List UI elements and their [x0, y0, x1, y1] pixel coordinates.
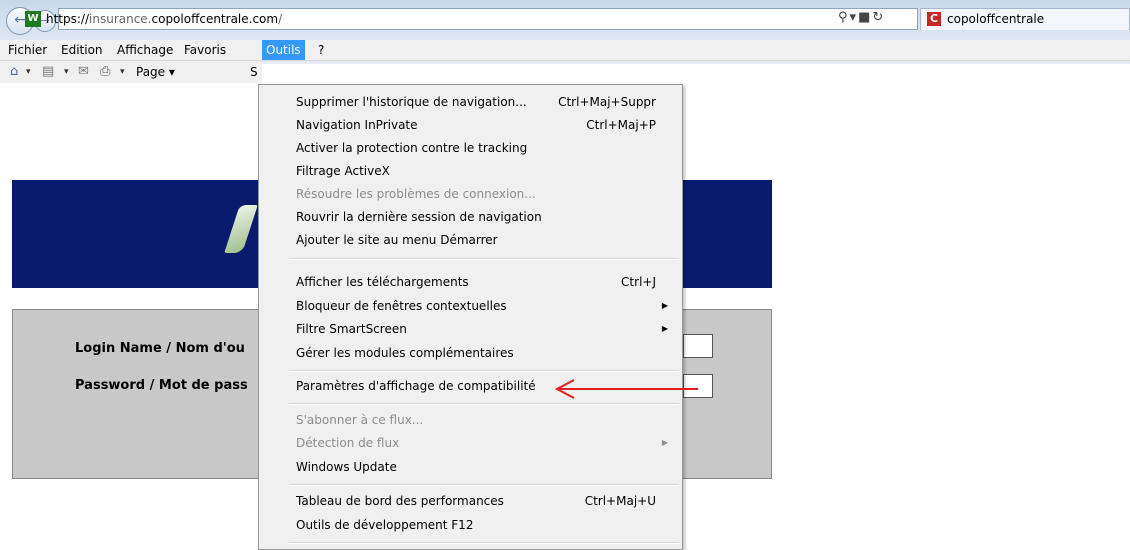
menu-item-label: Paramètres d'affichage de compatibilité — [296, 379, 536, 393]
browser-tab[interactable]: C copoloffcentrale — [920, 8, 1130, 30]
refresh-icon[interactable]: ↻ — [872, 10, 885, 25]
address-bar-tools: ⚲▾■↻ — [838, 10, 885, 25]
site-favicon-icon: W — [25, 11, 41, 27]
menu-item-label: Supprimer l'historique de navigation... — [296, 95, 527, 109]
menu-item-label: Windows Update — [296, 460, 397, 474]
dropdown-arrow-icon[interactable]: ▾ — [850, 10, 859, 25]
menu-item-smartscreen[interactable]: Filtre SmartScreen ▶ — [296, 318, 676, 340]
annotation-arrow — [554, 379, 698, 399]
home-dropdown-icon[interactable]: ▾ — [26, 63, 31, 81]
menu-fichier[interactable]: Fichier — [4, 40, 51, 60]
lock-icon[interactable]: ■ — [858, 10, 872, 25]
menu-item-shortcut: Ctrl+J — [621, 275, 656, 289]
submenu-arrow-icon: ▶ — [661, 301, 668, 310]
menu-edition[interactable]: Edition — [57, 40, 107, 60]
tab-favicon-icon: C — [927, 12, 941, 26]
menu-item-label: Navigation InPrivate — [296, 118, 418, 132]
home-icon[interactable]: ⌂ — [10, 63, 18, 81]
menu-item-downloads[interactable]: Afficher les téléchargements Ctrl+J — [296, 271, 676, 293]
command-bar: ⌂ ▾ ▤ ▾ ✉ ⎙ ▾ Page ▾ S — [0, 61, 262, 83]
menu-item-fix-connection: Résoudre les problèmes de connexion... — [296, 183, 676, 205]
submenu-arrow-icon: ▶ — [661, 438, 668, 447]
menu-item-label: Bloqueur de fenêtres contextuelles — [296, 299, 507, 313]
menu-separator — [289, 403, 679, 405]
page-menu-button[interactable]: Page ▾ — [136, 63, 175, 81]
menu-item-add-to-start[interactable]: Ajouter le site au menu Démarrer — [296, 229, 676, 251]
menu-outils[interactable]: Outils — [262, 40, 305, 60]
print-icon[interactable]: ⎙ — [100, 63, 110, 81]
menu-item-label: Tableau de bord des performances — [296, 494, 504, 508]
menu-affichage[interactable]: Affichage — [113, 40, 177, 60]
menu-separator — [289, 258, 679, 260]
login-name-input[interactable] — [683, 334, 713, 358]
menu-separator — [289, 542, 679, 544]
menu-item-windows-update[interactable]: Windows Update — [296, 456, 676, 478]
menu-item-inprivate[interactable]: Navigation InPrivate Ctrl+Maj+P — [296, 114, 676, 136]
url-path: / — [278, 12, 283, 26]
menu-item-performance-dashboard[interactable]: Tableau de bord des performances Ctrl+Ma… — [296, 490, 676, 512]
menu-item-label: Résoudre les problèmes de connexion... — [296, 187, 536, 201]
menu-item-label: Rouvrir la dernière session de navigatio… — [296, 210, 542, 224]
feeds-dropdown-icon[interactable]: ▾ — [64, 63, 69, 81]
menu-item-popup-blocker[interactable]: Bloqueur de fenêtres contextuelles ▶ — [296, 295, 676, 317]
menu-item-feed-discovery: Détection de flux ▶ — [296, 432, 676, 454]
url-domain: copoloffcentrale.com — [151, 12, 279, 26]
login-name-label: Login Name / Nom d'ou — [75, 341, 245, 356]
menu-help[interactable]: ? — [314, 40, 328, 60]
feeds-icon[interactable]: ▤ — [42, 63, 54, 81]
menu-item-label: Détection de flux — [296, 436, 400, 450]
menu-item-shortcut: Ctrl+Maj+Suppr — [558, 95, 656, 109]
menu-item-label: Filtre SmartScreen — [296, 322, 407, 336]
tab-title: copoloffcentrale — [947, 12, 1045, 26]
url-subdomain: insurance. — [89, 12, 152, 26]
menu-item-shortcut: Ctrl+Maj+U — [584, 494, 656, 508]
password-label: Password / Mot de pass — [75, 378, 248, 393]
url-scheme: https:// — [46, 12, 90, 26]
menu-item-label: Afficher les téléchargements — [296, 275, 469, 289]
menu-item-manage-addons[interactable]: Gérer les modules complémentaires — [296, 342, 676, 364]
safety-menu-button[interactable]: S — [250, 63, 258, 81]
menu-item-f12-developer-tools[interactable]: Outils de développement F12 — [296, 514, 676, 536]
menu-item-label: Outils de développement F12 — [296, 518, 474, 532]
menu-item-label: Filtrage ActiveX — [296, 164, 390, 178]
menu-item-label: S'abonner à ce flux... — [296, 413, 424, 427]
menu-item-label: Gérer les modules complémentaires — [296, 346, 514, 360]
menu-separator — [289, 484, 679, 486]
menu-separator — [289, 370, 679, 372]
mail-icon[interactable]: ✉ — [78, 63, 89, 81]
menu-favoris[interactable]: Favoris — [180, 40, 230, 60]
menu-item-label: Ajouter le site au menu Démarrer — [296, 233, 498, 247]
menu-item-shortcut: Ctrl+Maj+P — [586, 118, 656, 132]
menu-item-delete-history[interactable]: Supprimer l'historique de navigation... … — [296, 91, 676, 113]
url-text[interactable]: https://insurance.copoloffcentrale.com/ — [46, 11, 282, 27]
tools-menu-dropdown: Supprimer l'historique de navigation... … — [258, 84, 683, 550]
submenu-arrow-icon: ▶ — [661, 324, 668, 333]
menu-item-tracking-protection[interactable]: Activer la protection contre le tracking — [296, 137, 676, 159]
menu-item-reopen-session[interactable]: Rouvrir la dernière session de navigatio… — [296, 206, 676, 228]
menu-item-label: Activer la protection contre le tracking — [296, 141, 528, 155]
menu-item-subscribe-feed: S'abonner à ce flux... — [296, 409, 676, 431]
search-icon[interactable]: ⚲ — [838, 10, 850, 25]
menu-item-activex-filtering[interactable]: Filtrage ActiveX — [296, 160, 676, 182]
print-dropdown-icon[interactable]: ▾ — [120, 63, 125, 81]
menu-bar: Fichier Edition Affichage Favoris Outils… — [0, 40, 1130, 61]
